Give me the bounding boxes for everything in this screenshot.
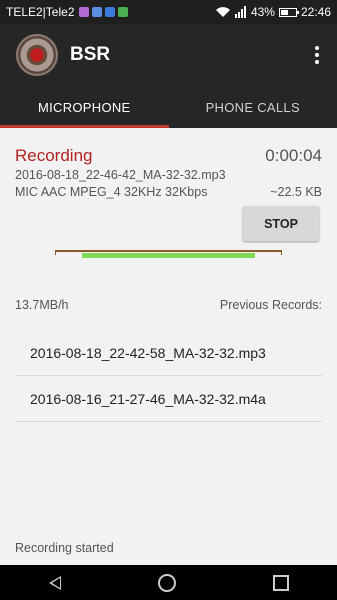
recording-status: Recording (15, 146, 93, 165)
recording-codec: MIC AAC MPEG_4 32KHz 32Kbps (15, 185, 208, 199)
previous-records-label: Previous Records: (219, 298, 322, 312)
notification-icon (91, 7, 102, 17)
battery-percent: 43% (250, 5, 275, 19)
app-logo (16, 34, 58, 76)
wifi-icon (215, 7, 230, 17)
nav-bar (0, 565, 337, 600)
record-item[interactable]: 2016-08-18_22-42-58_MA-32-32.mp3 (15, 330, 322, 376)
tab-phone-calls[interactable]: PHONE CALLS (169, 86, 337, 128)
log-message: Recording started (15, 541, 114, 555)
notification-icon (117, 7, 128, 17)
app-bar: BSR (0, 24, 337, 86)
bitrate-label: 13.7MB/h (15, 298, 69, 312)
records-list: 2016-08-18_22-42-58_MA-32-32.mp3 2016-08… (15, 330, 322, 422)
recording-timer: 0:00:04 (265, 146, 322, 165)
level-bar (82, 253, 255, 258)
recording-filename: 2016-08-18_22-46-42_MA-32-32.mp3 (15, 168, 226, 182)
tab-microphone[interactable]: MICROPHONE (0, 86, 169, 128)
battery-icon (278, 7, 299, 17)
stop-button[interactable]: STOP (243, 206, 319, 241)
overflow-menu-icon[interactable] (311, 46, 323, 64)
tab-bar: MICROPHONE PHONE CALLS (0, 86, 337, 128)
carrier-name: TELE2|Tele2 (6, 5, 75, 19)
audio-level-meter (55, 250, 282, 260)
notification-icon (104, 7, 115, 17)
status-bar: TELE2|Tele2 43% 22:46 (0, 0, 337, 24)
recording-size: ~22.5 KB (270, 185, 322, 199)
clock: 22:46 (300, 5, 331, 19)
signal-icon (234, 6, 246, 18)
back-icon[interactable] (48, 575, 61, 590)
recent-apps-icon[interactable] (272, 574, 289, 591)
home-icon[interactable] (157, 573, 176, 592)
app-title: BSR (70, 44, 111, 65)
record-item[interactable]: 2016-08-16_21-27-46_MA-32-32.m4a (15, 376, 322, 422)
notification-icon (78, 7, 89, 17)
